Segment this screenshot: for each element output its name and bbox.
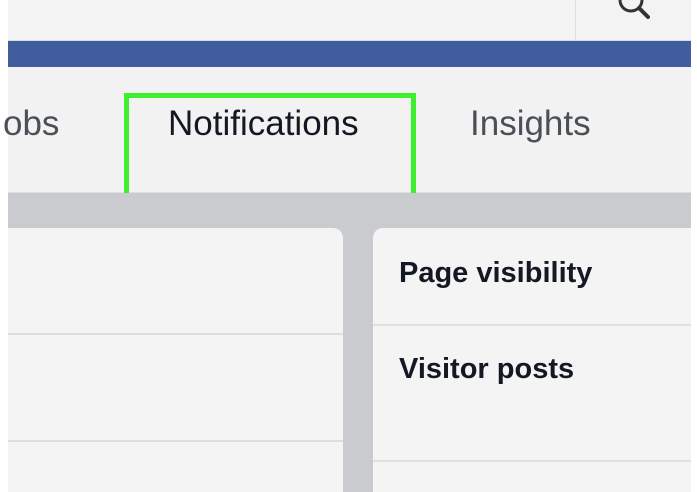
right-edge-strip [691,0,697,492]
left-card-row [8,442,343,492]
visitor-posts-label: Visitor posts [399,353,575,385]
left-card-row [8,228,343,335]
left-edge-strip [0,0,8,492]
top-navigation-bar [8,0,691,67]
left-card-row [8,335,343,442]
settings-content-area: Page visibility Visitor posts [8,193,691,492]
search-button[interactable] [575,0,691,40]
tab-notifications[interactable]: Notifications [168,103,359,145]
tab-insights[interactable]: Insights [470,103,591,145]
left-settings-card [8,228,343,492]
search-bar[interactable] [8,0,691,41]
settings-tab-bar: obs Notifications Insights [3,67,691,193]
search-icon [618,0,650,19]
settings-row [373,462,691,492]
general-settings-card: Page visibility Visitor posts [373,228,691,492]
page-visibility-label: Page visibility [399,257,593,289]
page-visibility-row[interactable]: Page visibility [373,228,691,326]
facebook-settings-screen: obs Notifications Insights Page visibili… [0,0,697,492]
tab-jobs[interactable]: obs [3,103,59,145]
visitor-posts-row[interactable]: Visitor posts [373,326,691,462]
